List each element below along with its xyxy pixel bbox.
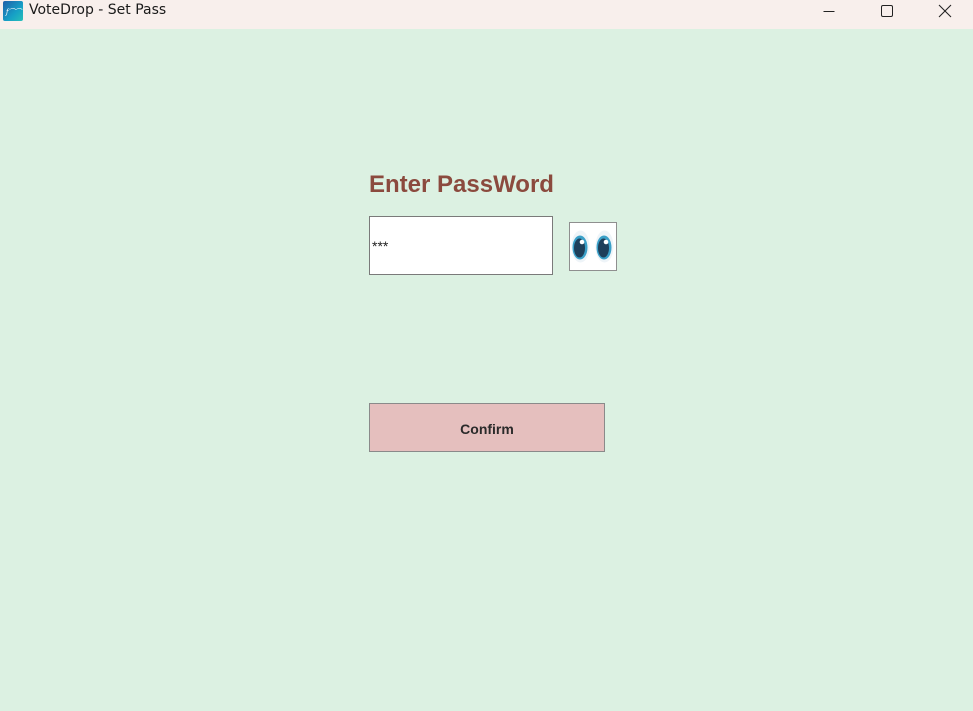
eyes-icon [571,230,614,263]
maximize-button[interactable] [864,0,910,22]
toggle-password-visibility-button[interactable] [569,222,617,271]
app-window: ƒ⌒⌒ VoteDrop - Set Pass Enter PassWord *… [0,0,973,711]
close-icon [938,4,952,18]
confirm-button[interactable]: Confirm [369,403,605,452]
title-bar[interactable]: ƒ⌒⌒ VoteDrop - Set Pass [0,0,973,29]
maximize-icon [881,5,893,17]
app-icon: ƒ⌒⌒ [3,1,23,21]
window-title: VoteDrop - Set Pass [29,2,167,18]
minimize-button[interactable] [806,0,852,22]
close-button[interactable] [922,0,968,22]
minimize-icon [823,11,835,12]
password-input[interactable] [369,216,553,275]
page-heading: Enter PassWord [369,171,554,198]
